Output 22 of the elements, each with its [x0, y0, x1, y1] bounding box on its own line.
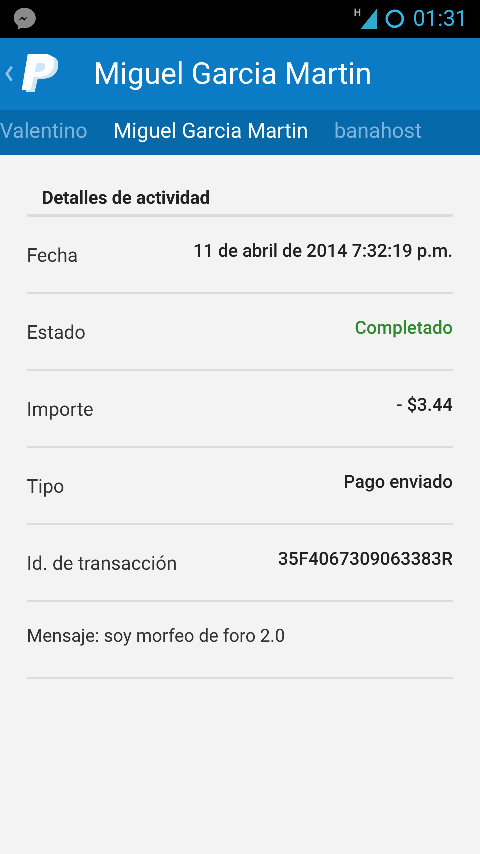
section-title: Detalles de actividad — [42, 188, 210, 209]
message-text: Mensaje: soy morfeo de foro 2.0 — [27, 625, 286, 649]
field-value: - $3.44 — [396, 394, 453, 418]
tab[interactable]: Miguel Garcia Martin — [114, 116, 308, 148]
field-value: 35F4067309063383R — [278, 548, 453, 572]
clock: 01:31 — [413, 6, 468, 34]
field-value: Pago enviado — [344, 471, 453, 495]
network-type: H — [354, 7, 362, 21]
field-value: 11 de abril de 2014 7:32:19 p.m. — [193, 240, 453, 264]
back-chevron-icon — [4, 65, 14, 83]
tab[interactable]: Valentino — [0, 116, 88, 148]
field-value: Completado — [354, 317, 453, 341]
messenger-icon — [12, 6, 38, 32]
field-label: Fecha — [27, 243, 78, 270]
field-label: Estado — [27, 320, 86, 346]
page-title: Miguel Garcia Martin — [94, 56, 372, 94]
field-label: Tipo — [27, 474, 64, 500]
field-label: Id. de transacción — [27, 551, 178, 578]
signal-icon — [361, 9, 378, 29]
tab[interactable]: banahost — [334, 116, 422, 148]
sync-icon — [385, 9, 406, 29]
field-label: Importe — [27, 397, 94, 424]
